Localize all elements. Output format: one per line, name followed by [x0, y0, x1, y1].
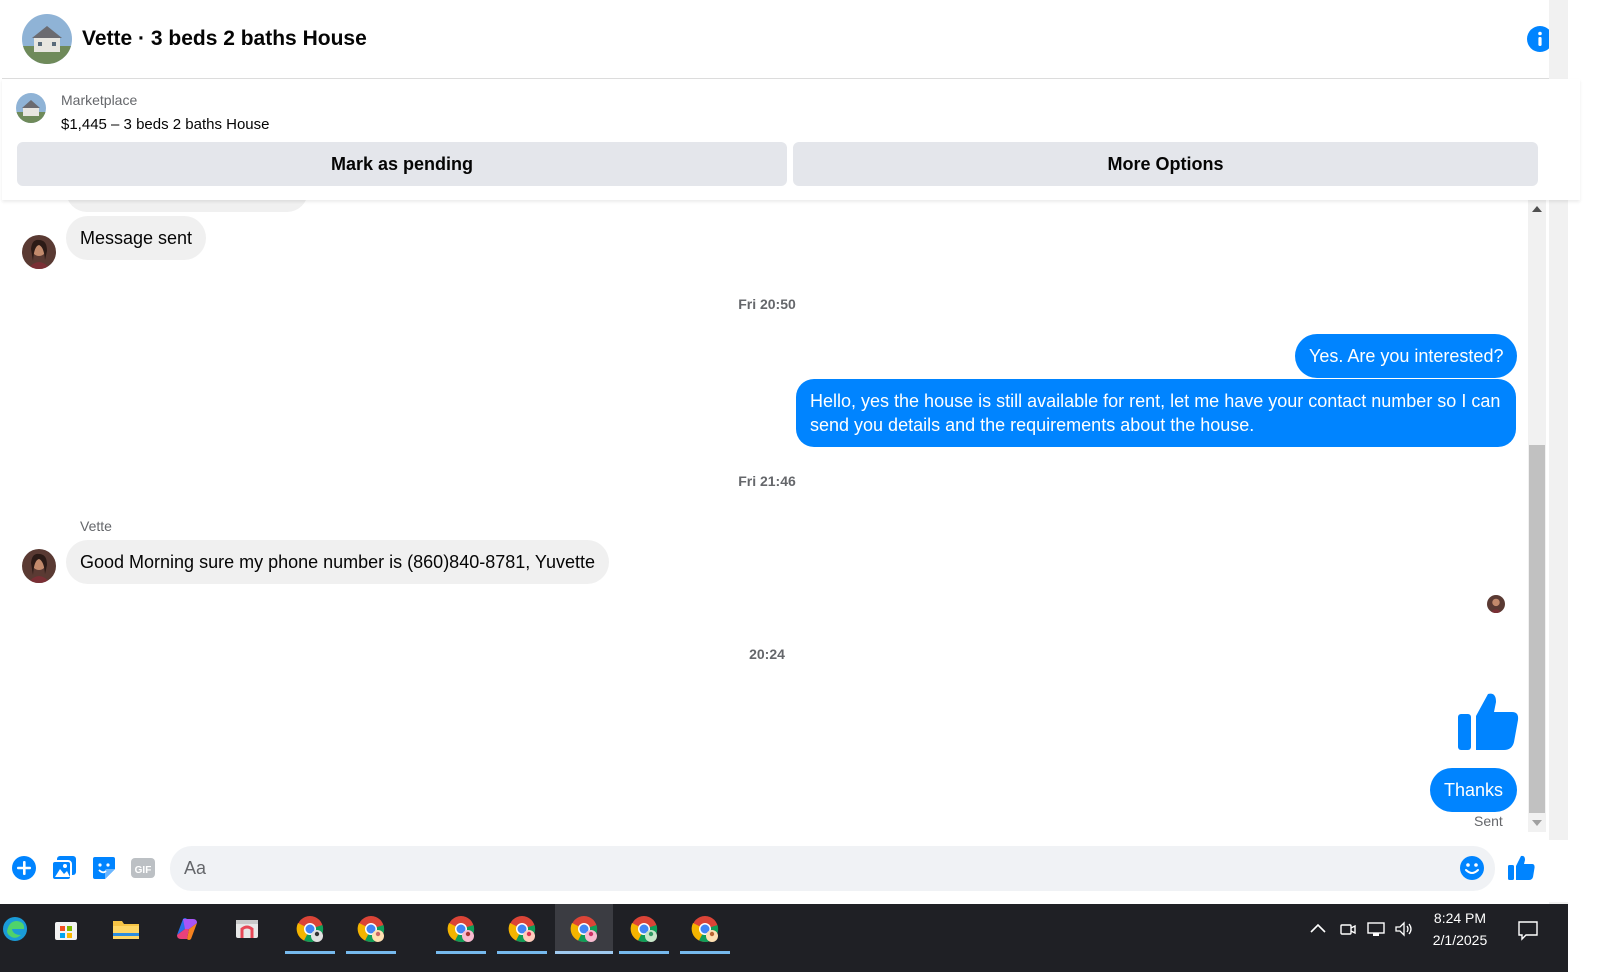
message-bubble-outgoing: Thanks: [1430, 768, 1518, 812]
taskbar-active-indicator: [555, 951, 613, 954]
chrome-profile-icon[interactable]: [346, 904, 396, 954]
listing-avatar[interactable]: [22, 14, 72, 64]
emoji-icon[interactable]: [1458, 854, 1486, 882]
photo-icon[interactable]: [50, 854, 78, 882]
message-bubble-incoming: Message sent: [66, 216, 207, 260]
vette-avatar[interactable]: [22, 235, 56, 269]
listing-thumbnail[interactable]: [16, 93, 46, 123]
clock-date: 2/1/2025: [1432, 932, 1488, 948]
scroll-up-arrow[interactable]: [1532, 206, 1542, 212]
scroll-down-arrow[interactable]: [1532, 820, 1542, 826]
chrome-icon[interactable]: [285, 904, 335, 954]
vette-avatar[interactable]: [22, 549, 56, 583]
message-input[interactable]: [170, 846, 1495, 891]
scroll-thumb[interactable]: [1529, 445, 1545, 813]
message-bubble-partial: Hello, is this still available?: [66, 200, 308, 212]
chrome-profile-icon[interactable]: [436, 904, 486, 954]
notification-icon[interactable]: [1516, 918, 1538, 941]
delivery-status: Sent: [1474, 813, 1503, 829]
volume-icon[interactable]: [1393, 918, 1415, 940]
message-bubble-outgoing: Yes. Are you interested?: [1295, 334, 1518, 378]
marketplace-label: Marketplace: [61, 92, 138, 108]
windows-taskbar: 8:24 PM 2/1/2025: [0, 904, 1568, 972]
chrome-profile-icon[interactable]: [619, 904, 669, 954]
chrome-profile-icon-active[interactable]: [555, 904, 613, 954]
clock-time: 8:24 PM: [1433, 910, 1487, 926]
taskbar-running-indicator: [436, 951, 486, 954]
microsoft-store-icon[interactable]: [41, 904, 91, 954]
listing-price-title[interactable]: $1,445 – 3 beds 2 baths House: [61, 116, 270, 133]
chevron-up-icon[interactable]: [1307, 918, 1329, 940]
conversation-header: Vette · 3 beds 2 baths House: [2, 0, 1580, 79]
taskbar-running-indicator: [346, 951, 396, 954]
more-options-button[interactable]: More Options: [793, 142, 1538, 186]
network-icon[interactable]: [1365, 918, 1387, 940]
sticker-icon[interactable]: [90, 854, 118, 882]
copilot-icon[interactable]: [162, 904, 212, 954]
taskbar-running-indicator: [680, 951, 730, 954]
read-receipt-avatar: [1487, 595, 1505, 613]
marketplace-panel: Marketplace $1,445 – 3 beds 2 baths Hous…: [2, 79, 1580, 200]
timestamp: Fri 21:46: [738, 473, 796, 489]
taskbar-running-indicator: [497, 951, 547, 954]
gif-icon[interactable]: GIF: [129, 854, 157, 882]
mark-as-pending-button[interactable]: Mark as pending: [17, 142, 787, 186]
taskbar-running-indicator: [285, 951, 335, 954]
message-bubble-outgoing: Hello, yes the house is still available …: [796, 379, 1516, 447]
message-list: Hello, is this still available? Message …: [2, 200, 1557, 848]
snipping-tool-icon[interactable]: [222, 904, 272, 954]
plus-icon[interactable]: [10, 854, 38, 882]
send-like-icon[interactable]: [1507, 854, 1535, 882]
composer: GIF: [2, 840, 1580, 902]
meet-now-icon[interactable]: [1337, 918, 1359, 940]
conversation-title[interactable]: Vette · 3 beds 2 baths House: [82, 27, 367, 51]
chrome-profile-icon[interactable]: [680, 904, 730, 954]
timestamp: Fri 20:50: [738, 296, 796, 312]
edge-icon[interactable]: [0, 904, 40, 954]
scrollbar[interactable]: [1528, 200, 1546, 832]
message-bubble-incoming: Good Morning sure my phone number is (86…: [66, 540, 609, 584]
taskbar-running-indicator: [619, 951, 669, 954]
file-explorer-icon[interactable]: [101, 904, 151, 954]
taskbar-clock[interactable]: 8:24 PM 2/1/2025: [1420, 907, 1500, 951]
svg-text:GIF: GIF: [135, 865, 152, 876]
sender-name: Vette: [80, 518, 112, 534]
chrome-profile-icon[interactable]: [497, 904, 547, 954]
thumbs-up-icon: [1456, 690, 1520, 752]
timestamp: 20:24: [749, 646, 785, 662]
